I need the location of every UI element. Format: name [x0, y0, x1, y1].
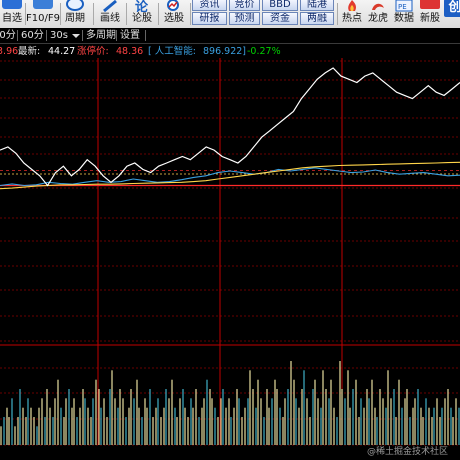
latest-value: 44.27 — [48, 46, 76, 57]
svg-text:PE: PE — [398, 3, 407, 11]
divider — [17, 30, 18, 41]
forecast-button[interactable]: 预测 — [229, 12, 260, 25]
toolbar-label: 选股 — [164, 13, 184, 24]
average-price-line — [0, 161, 460, 190]
margin-button[interactable]: 两融 — [300, 12, 334, 25]
separator — [190, 3, 191, 25]
toolbar-item-data[interactable]: PE 数据 — [391, 0, 417, 28]
toolbar-item-f10[interactable]: F10/F9 — [26, 0, 60, 28]
latest-label: 最新: — [18, 46, 41, 57]
quote-info-bar: 3.96 最新: 44.27 涨停价: 48.36 [ 人工智能: 896.92… — [0, 45, 460, 58]
hk-connect-button[interactable]: 陆港 — [300, 0, 334, 11]
tab-60min[interactable]: 60分 — [21, 28, 44, 43]
pencil-icon — [100, 0, 120, 13]
toolbar-label: 画线 — [100, 13, 120, 24]
price-line — [0, 67, 460, 187]
tab-settings[interactable]: 设置 — [120, 28, 140, 43]
chevron-down-icon[interactable] — [72, 34, 80, 38]
divider — [116, 30, 117, 41]
research-button[interactable]: 研报 — [192, 12, 227, 25]
separator — [93, 3, 94, 25]
new-stock-icon — [420, 0, 440, 9]
toolbar-item-discuss[interactable]: 论 论股 — [128, 0, 156, 28]
divider — [145, 30, 146, 41]
index-change: -0.27% — [247, 46, 281, 57]
watermark: @稀土掘金技术社区 — [367, 447, 449, 457]
toolbar-label: 论股 — [132, 13, 152, 24]
toolbar-item-stock-pick[interactable]: 选股 — [160, 0, 188, 28]
toolbar-item-chinext[interactable]: 创 — [444, 0, 460, 28]
divider — [46, 30, 47, 41]
tab-30min[interactable]: 30分 — [0, 28, 16, 43]
bbd-button[interactable]: BBD — [262, 0, 298, 11]
tab-multi-period[interactable]: 多周期 — [86, 28, 116, 43]
news-button[interactable]: 资讯 — [192, 0, 227, 11]
separator — [158, 3, 159, 25]
f10-icon — [32, 0, 53, 9]
toolbar-label: 自选 — [2, 13, 22, 24]
limit-up-label: 涨停价: — [77, 46, 109, 57]
flame-icon — [342, 0, 362, 11]
toolbar-item-watchlist[interactable]: 自选 — [0, 0, 24, 28]
fund-flow-button[interactable]: 资金 — [262, 12, 298, 25]
toolbar-label: F10/F9 — [26, 13, 60, 24]
pe-icon: PE — [394, 0, 414, 12]
index-value: 896.922] — [203, 46, 246, 57]
toolbar-label: 热点 — [342, 13, 362, 24]
clock-icon — [66, 0, 84, 11]
toolbar-item-new-stock[interactable]: 新股 — [417, 0, 443, 28]
toolbar-label: 周期 — [65, 13, 85, 24]
period-tabs: 30分 60分 30s 多周期 设置 — [0, 28, 460, 44]
prev-value: 3.96 — [0, 46, 19, 57]
toolbar-label: 新股 — [420, 13, 440, 24]
chat-icon: 论 — [132, 0, 152, 15]
auction-button[interactable]: 竞价 — [229, 0, 260, 11]
divider — [82, 30, 83, 41]
star-icon — [2, 0, 22, 9]
toolbar-item-period[interactable]: 周期 — [61, 0, 89, 28]
intraday-chart[interactable] — [0, 58, 460, 460]
index-label: [ 人工智能: — [148, 46, 196, 57]
dragon-icon — [368, 0, 388, 10]
separator — [126, 3, 127, 25]
toolbar: 自选 F10/F9 周期 画线 论 论股 选股 资讯 竞价 BBD 陆港 研报 … — [0, 0, 460, 29]
tab-30s[interactable]: 30s — [50, 28, 68, 43]
toolbar-label: 数据 — [394, 13, 414, 24]
toolbar-label: 龙虎 — [368, 13, 388, 24]
toolbar-item-hot[interactable]: 热点 — [339, 0, 365, 28]
toolbar-item-dragon-tiger[interactable]: 龙虎 — [365, 0, 391, 28]
limit-up-value: 48.36 — [116, 46, 144, 57]
svg-text:论: 论 — [135, 0, 149, 12]
chart-pick-icon — [164, 0, 184, 11]
chinext-icon: 创 — [444, 0, 460, 17]
toolbar-item-draw[interactable]: 画线 — [96, 0, 124, 28]
separator — [337, 3, 338, 25]
